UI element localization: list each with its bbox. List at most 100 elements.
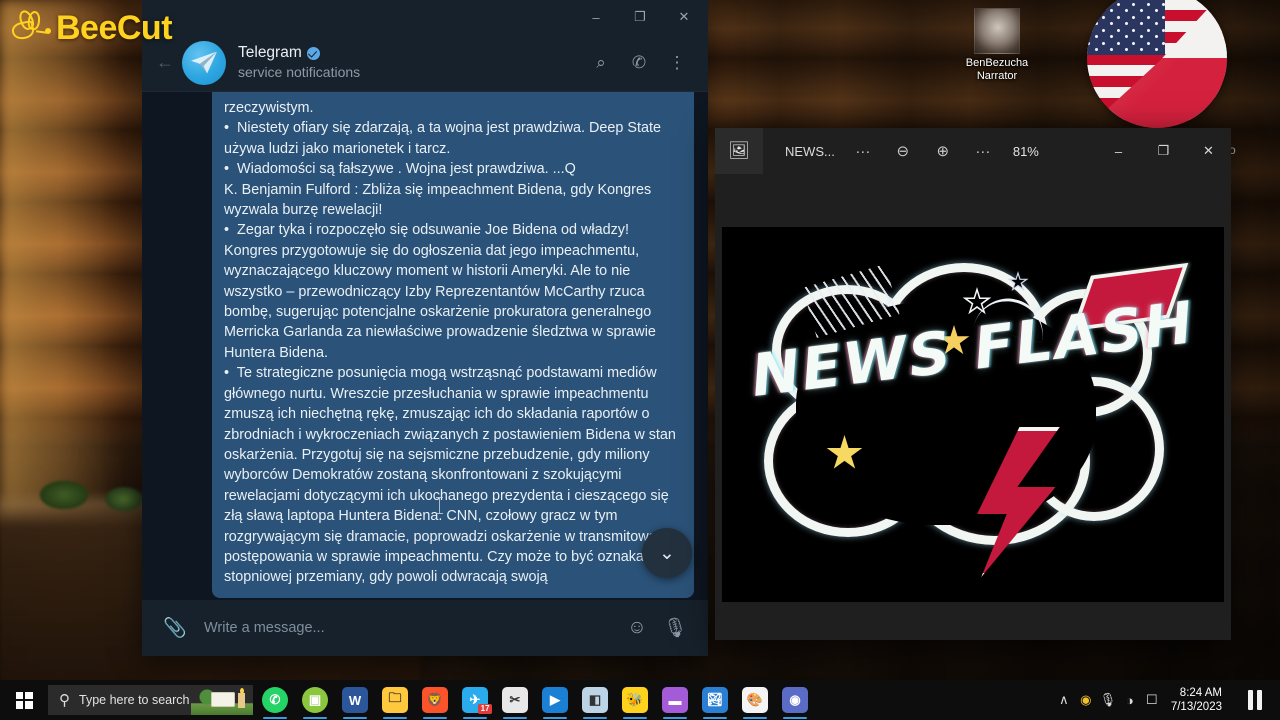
flame-icon: [240, 688, 244, 694]
tray-display-icon[interactable]: ☐: [1141, 680, 1163, 720]
taskbar-3d-viewer[interactable]: ◧: [575, 680, 615, 720]
gold-star-icon: [826, 435, 863, 472]
taskbar-3d-viewer-icon: ◧: [582, 687, 608, 713]
taskbar-paint[interactable]: 🎨: [735, 680, 775, 720]
usa-poland-flag-circle-icon: [1087, 0, 1227, 128]
clock-time: 8:24 AM: [1179, 687, 1222, 699]
taskbar-snipping-tool[interactable]: ✂: [495, 680, 535, 720]
taskbar-paint-icon: 🎨: [742, 687, 768, 713]
desktop-shortcut-icon: [974, 8, 1020, 54]
plane-glyph-shade: [199, 51, 217, 74]
taskbar-app-list: ✆ ▣ W 🗀 🦁 ✈ 17 ✂ ▶ ◧ 🐝 ▬ 🏞 🎨 ◉: [255, 680, 815, 720]
text-cursor: [436, 497, 443, 515]
telegram-chat-name: Telegram: [238, 44, 302, 61]
taskbar-video-editor[interactable]: ▬: [655, 680, 695, 720]
zoom-out-icon[interactable]: ⊖: [883, 132, 923, 170]
telegram-message-bubble[interactable]: rzeczywistym. • Niestety ofiary się zdar…: [212, 92, 694, 598]
photos-viewer-window: 🖼 NEWS... ··· ⊖ ⊕ ··· 81% – ❐ ✕ NEWS FLA…: [715, 128, 1231, 640]
clock-date: 7/13/2023: [1170, 701, 1222, 713]
telegram-close-button[interactable]: ✕: [662, 1, 706, 33]
outline-star-icon: [1007, 271, 1029, 293]
taskbar-word[interactable]: W: [335, 680, 375, 720]
message-input[interactable]: [194, 620, 618, 636]
telegram-plane-icon[interactable]: [182, 40, 226, 85]
telegram-chat-title-block: Telegram service notifications: [238, 43, 582, 82]
taskbar-snipping-tool-icon: ✂: [502, 687, 528, 713]
photos-overflow-right-icon[interactable]: ···: [963, 132, 1003, 170]
desktop-shortcut-benbezucha-narrator[interactable]: BenBezucha Narrator: [955, 8, 1039, 83]
photos-filename: NEWS...: [785, 143, 835, 159]
telegram-chat-name-row: Telegram: [238, 43, 582, 63]
book-icon: [211, 692, 235, 707]
pause-recording-button[interactable]: [1232, 680, 1278, 720]
search-icon: ⚲: [59, 692, 70, 709]
call-icon[interactable]: ✆: [620, 44, 658, 82]
pause-bar: [1248, 690, 1253, 710]
candle-icon: [238, 693, 245, 708]
photos-titlebar: 🖼 NEWS... ··· ⊖ ⊕ ··· 81% – ❐ ✕: [715, 128, 1231, 174]
start-button[interactable]: [0, 680, 48, 720]
zoom-in-icon[interactable]: ⊕: [923, 132, 963, 170]
verified-badge-icon: [306, 46, 320, 60]
pause-bar: [1257, 690, 1262, 710]
photos-close-button[interactable]: ✕: [1186, 128, 1231, 174]
photos-overflow-left-icon[interactable]: ···: [843, 132, 883, 170]
microphone-icon[interactable]: 🎙: [656, 609, 694, 647]
paperclip-icon[interactable]: 📎: [156, 609, 194, 647]
photos-maximize-button[interactable]: ❐: [1141, 128, 1186, 174]
taskbar-photos[interactable]: 🏞: [695, 680, 735, 720]
photos-minimize-button[interactable]: –: [1096, 128, 1141, 174]
windows-taskbar: ⚲ Type here to search ✆ ▣ W 🗀 🦁 ✈ 17 ✂ ▶ ◧ 🐝 ▬ 🏞 🎨 ◉ ∧…: [0, 680, 1280, 720]
taskbar-greenapp[interactable]: ▣: [295, 680, 335, 720]
taskbar-beecut-icon: 🐝: [622, 687, 648, 713]
more-menu-icon[interactable]: ⋮: [658, 44, 696, 82]
telegram-maximize-button[interactable]: ❐: [618, 1, 662, 33]
telegram-titlebar: – ❐ ✕: [142, 0, 708, 34]
taskbar-whatsapp[interactable]: ✆: [255, 680, 295, 720]
photos-app-icon: 🖼: [715, 128, 763, 174]
news-flash-artwork: NEWS FLASH: [722, 227, 1224, 602]
back-arrow-icon[interactable]: ←: [148, 46, 182, 80]
telegram-message-list[interactable]: rzeczywistym. • Niestety ofiary się zdar…: [142, 92, 708, 600]
taskbar-file-explorer-icon: 🗀: [382, 687, 408, 713]
taskbar-whatsapp-icon: ✆: [262, 687, 288, 713]
news-flash-logo[interactable]: NEWS FLASH: [722, 227, 1224, 602]
tray-chevron-icon[interactable]: ∧: [1053, 680, 1075, 720]
taskbar-movies-tv-icon: ▶: [542, 687, 568, 713]
taskbar-brave-icon: 🦁: [422, 687, 448, 713]
emoji-icon[interactable]: ☺: [618, 609, 656, 647]
taskbar-media-player-icon: ◉: [782, 687, 808, 713]
telegram-chat-header: ← Telegram service notifications ⌕ ✆ ⋮: [142, 34, 708, 92]
photos-image-stage[interactable]: NEWS FLASH: [715, 174, 1231, 640]
chevron-down-icon[interactable]: ⌄: [642, 528, 692, 578]
taskbar-telegram-badge: 17: [478, 704, 492, 714]
search-icon[interactable]: ⌕: [582, 44, 620, 82]
telegram-composer: 📎 ☺ 🎙: [142, 600, 708, 656]
taskbar-greenapp-icon: ▣: [302, 687, 328, 713]
taskbar-movies-tv[interactable]: ▶: [535, 680, 575, 720]
telegram-minimize-button[interactable]: –: [574, 1, 618, 33]
taskbar-brave[interactable]: 🦁: [415, 680, 455, 720]
taskbar-video-editor-icon: ▬: [662, 687, 688, 713]
desktop-shortcut-label-line2: Narrator: [976, 70, 1018, 82]
taskbar-clock[interactable]: 8:24 AM 7/13/2023: [1163, 686, 1232, 714]
taskbar-word-icon: W: [342, 687, 368, 713]
desktop-shortcut-label-line1: BenBezucha: [965, 57, 1029, 69]
taskbar-media-player[interactable]: ◉: [775, 680, 815, 720]
telegram-window: – ❐ ✕ ← Telegram service notifications ⌕…: [142, 0, 708, 656]
photos-window-controls: – ❐ ✕: [1096, 128, 1231, 174]
tray-microphone-icon[interactable]: 🎙: [1097, 680, 1119, 720]
search-placeholder: Type here to search: [79, 693, 190, 707]
taskbar-photos-icon: 🏞: [702, 687, 728, 713]
usa-flag-stars: [1087, 0, 1166, 56]
zoom-level-value: 81%: [1012, 143, 1039, 159]
taskbar-telegram[interactable]: ✈ 17: [455, 680, 495, 720]
windows-logo-icon: [15, 691, 33, 709]
telegram-chat-subtitle: service notifications: [238, 64, 361, 80]
taskbar-file-explorer[interactable]: 🗀: [375, 680, 415, 720]
taskbar-beecut[interactable]: 🐝: [615, 680, 655, 720]
search-illustration: [191, 685, 253, 715]
tray-network-icon[interactable]: ◑: [1119, 680, 1141, 720]
tray-beecut-icon[interactable]: ◉: [1075, 680, 1097, 720]
search-input[interactable]: ⚲ Type here to search: [48, 685, 253, 715]
